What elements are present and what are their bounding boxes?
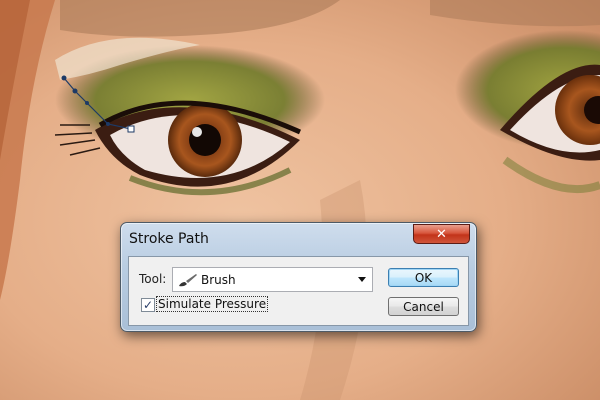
dialog-content: Tool: Brush ✓ Simulate Pressure OK Cance… [128,256,469,326]
stroke-path-dialog: Stroke Path ✕ Tool: Brush ✓ Simulate Pre… [120,222,477,332]
checkmark-icon: ✓ [142,298,154,312]
tool-value: Brush [201,272,236,287]
dialog-title: Stroke Path [129,231,209,247]
ok-button[interactable]: OK [388,268,459,287]
canvas-photo [0,0,600,400]
tool-label: Tool: [139,272,167,286]
simulate-pressure-label[interactable]: Simulate Pressure [155,296,269,312]
brush-icon [178,273,198,287]
close-button[interactable]: ✕ [413,224,470,244]
cancel-button[interactable]: Cancel [388,297,459,316]
close-icon: ✕ [436,226,447,242]
chevron-down-icon[interactable] [358,277,366,282]
tool-select[interactable]: Brush [172,267,373,292]
simulate-pressure-checkbox[interactable]: ✓ [141,298,155,312]
